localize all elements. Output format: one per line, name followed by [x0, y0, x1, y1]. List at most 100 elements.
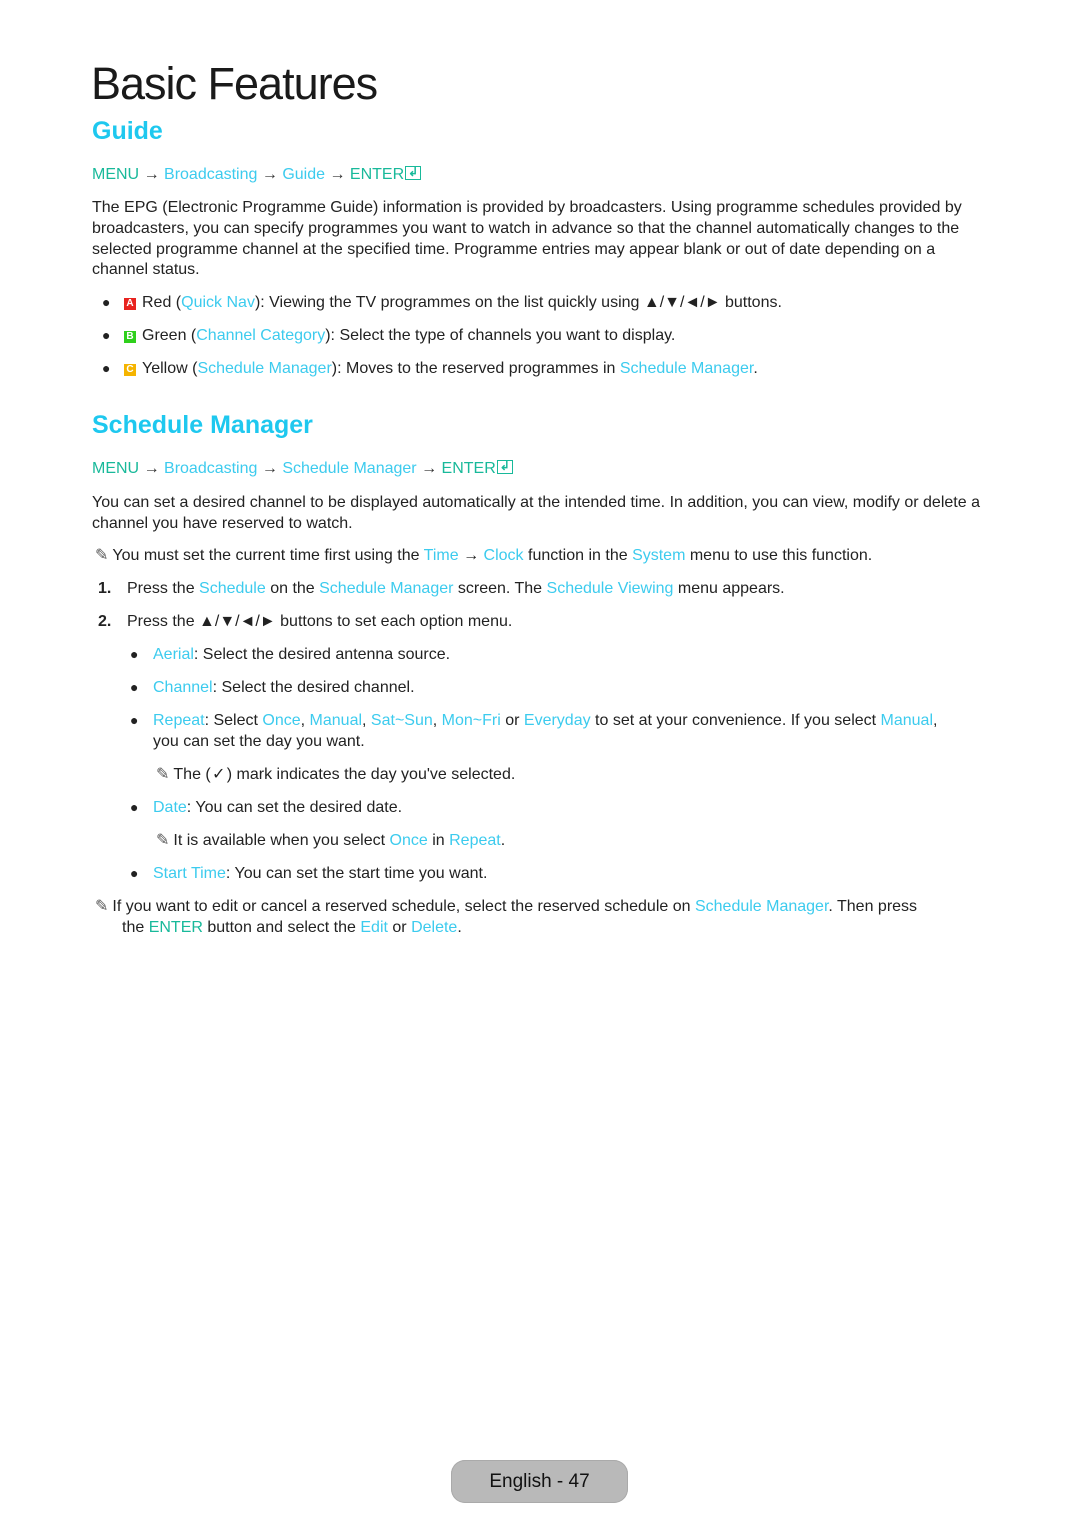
- link-delete[interactable]: Delete: [411, 919, 457, 936]
- page-title: Basic Features: [91, 58, 378, 109]
- link-schedule-viewing[interactable]: Schedule Viewing: [547, 580, 674, 597]
- enter-icon: [496, 456, 513, 476]
- note-text: It is available when you select: [173, 832, 390, 849]
- note-text: the: [122, 919, 149, 936]
- step-text: on the: [265, 580, 320, 597]
- guide-bullet-yellow: C Yellow (Schedule Manager): Moves to the…: [124, 359, 758, 380]
- option-start-time: Start Time: You can set the start time y…: [153, 864, 487, 885]
- enter-icon: [405, 162, 422, 182]
- red-key-icon: A: [124, 298, 136, 310]
- note-text: .: [457, 919, 462, 936]
- link-channel[interactable]: Channel: [153, 679, 213, 696]
- option-repeat: Repeat: Select Once, Manual, Sat~Sun, Mo…: [153, 711, 993, 753]
- page-number-label: English - 47: [489, 1470, 590, 1492]
- note-edit-cancel: ✎ If you want to edit or cancel a reserve…: [95, 897, 995, 918]
- link-once[interactable]: Once: [262, 712, 300, 729]
- step-text: Press the: [127, 580, 200, 597]
- note-text: function in the: [523, 547, 633, 564]
- note-pencil-icon: ✎: [95, 547, 109, 564]
- link-mon-fri[interactable]: Mon~Fri: [442, 712, 501, 729]
- step-text: menu appears.: [673, 580, 785, 597]
- link-date[interactable]: Date: [153, 799, 187, 816]
- bullet-dot: ●: [102, 360, 111, 376]
- option-text: to set at your convenience. If you selec…: [590, 712, 881, 729]
- bullet-dot: ●: [130, 799, 139, 815]
- sep: ,: [362, 712, 371, 729]
- link-channel-category[interactable]: Channel Category: [196, 327, 325, 344]
- link-aerial[interactable]: Aerial: [153, 646, 194, 663]
- menu-keyword: MENU: [92, 460, 140, 477]
- note-text: in: [427, 832, 450, 849]
- link-schedule-manager[interactable]: Schedule Manager: [620, 360, 753, 377]
- link-manual[interactable]: Manual: [310, 712, 362, 729]
- bullet-dot: ●: [130, 712, 139, 728]
- step-1: Press the Schedule on the Schedule Manag…: [127, 579, 785, 600]
- sep: ,: [432, 712, 442, 729]
- bullet-dot: ●: [130, 679, 139, 695]
- menu-keyword: MENU: [92, 166, 140, 183]
- link-schedule[interactable]: Schedule: [199, 580, 266, 597]
- option-text: : You can set the start time you want.: [225, 865, 488, 882]
- paren: (: [186, 327, 197, 344]
- arrow: →: [458, 547, 484, 564]
- bullet-dot: ●: [102, 294, 111, 310]
- yellow-key-icon: C: [124, 364, 136, 376]
- option-date: Date: You can set the desired date.: [153, 798, 402, 819]
- link-quick-nav[interactable]: Quick Nav: [181, 294, 255, 311]
- arrow: →: [143, 166, 160, 183]
- step-number: 2.: [98, 613, 112, 630]
- arrow: →: [261, 460, 278, 477]
- note-pencil-icon: ✎: [156, 766, 170, 783]
- green-key-icon: B: [124, 331, 136, 343]
- note-text: .: [500, 832, 506, 849]
- guide-menu-path: MENU → Broadcasting → Guide → ENTER: [92, 162, 422, 185]
- guide-heading: Guide: [92, 117, 163, 145]
- arrow: →: [421, 460, 438, 477]
- option-text: : You can set the desired date.: [186, 799, 403, 816]
- note-checkmark: ✎ The (✓) mark indicates the day you've s…: [156, 765, 515, 786]
- link-everyday[interactable]: Everyday: [524, 712, 591, 729]
- enter-keyword: ENTER: [349, 166, 405, 183]
- arrow: →: [329, 166, 346, 183]
- link-sat-sun[interactable]: Sat~Sun: [371, 712, 433, 729]
- checkmark-icon: ✓: [212, 766, 226, 783]
- note-text: If you want to edit or cancel a reserved…: [112, 898, 695, 915]
- note-text: You must set the current time first usin…: [112, 547, 424, 564]
- link-once[interactable]: Once: [390, 832, 428, 849]
- guide-description: The EPG (Electronic Programme Guide) inf…: [92, 199, 962, 279]
- bullet-dot: ●: [102, 327, 111, 343]
- enter-keyword: ENTER: [148, 919, 203, 936]
- option-channel: Channel: Select the desired channel.: [153, 678, 415, 699]
- link-edit[interactable]: Edit: [360, 919, 388, 936]
- link-repeat[interactable]: Repeat: [153, 712, 205, 729]
- link-schedule-manager[interactable]: Schedule Manager: [319, 580, 453, 597]
- note-text: The (: [173, 766, 211, 783]
- link-time[interactable]: Time: [424, 547, 459, 564]
- link-system[interactable]: System: [632, 547, 685, 564]
- link-clock[interactable]: Clock: [484, 547, 524, 564]
- option-text: : Select the desired antenna source.: [193, 646, 451, 663]
- sep: ,: [300, 712, 310, 729]
- link-start-time[interactable]: Start Time: [153, 865, 226, 882]
- note-text: . Then press: [828, 898, 918, 915]
- path-guide[interactable]: Guide: [282, 166, 325, 183]
- path-broadcasting[interactable]: Broadcasting: [164, 460, 257, 477]
- path-broadcasting[interactable]: Broadcasting: [164, 166, 257, 183]
- link-schedule-manager[interactable]: Schedule Manager: [695, 898, 828, 915]
- link-schedule-manager[interactable]: Schedule Manager: [197, 360, 331, 377]
- guide-bullet-red: A Red (Quick Nav): Viewing the TV program…: [124, 293, 782, 314]
- note-date: ✎ It is available when you select Once in…: [156, 831, 505, 852]
- option-text: you can set the day you want.: [153, 732, 365, 750]
- paren: ):: [325, 327, 340, 344]
- link-repeat[interactable]: Repeat: [449, 832, 501, 849]
- color-name: Yellow: [142, 360, 188, 377]
- paren: ):: [254, 294, 270, 311]
- path-schedule-manager[interactable]: Schedule Manager: [282, 460, 416, 477]
- period: .: [753, 360, 758, 377]
- arrow: →: [261, 166, 278, 183]
- color-name: Green: [142, 327, 187, 344]
- sep: ,: [933, 712, 938, 729]
- step-number: 1.: [98, 580, 112, 597]
- schedule-menu-path: MENU → Broadcasting → Schedule Manager →…: [92, 456, 513, 479]
- link-manual[interactable]: Manual: [881, 712, 933, 729]
